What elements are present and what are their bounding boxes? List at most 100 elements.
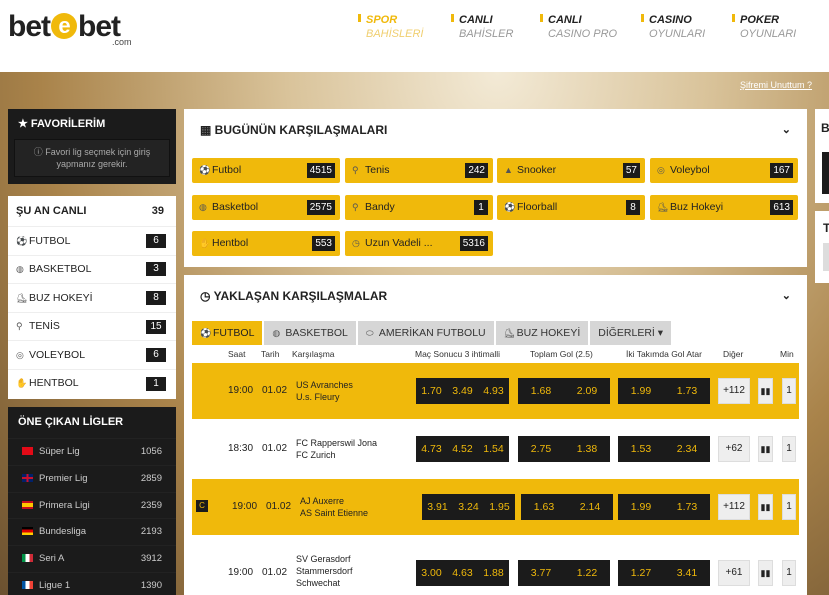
odd-button[interactable]: 3.91 [422, 501, 453, 513]
site-logo[interactable]: bet e bet .com [8, 10, 132, 47]
nav-live-betting[interactable]: CANLI BAHİSLER [450, 14, 513, 40]
odd-button[interactable]: 1.95 [484, 501, 515, 513]
match-teams[interactable]: US Avranches U.s. Fleury [296, 379, 353, 403]
league-item-premier-league[interactable]: Premier Lig 2859 [8, 464, 176, 492]
odd-button[interactable]: 1.73 [664, 501, 710, 513]
live-item-volleyball[interactable]: ◎ VOLEYBOL 6 [8, 340, 176, 369]
total-goals-odds: 1.63 2.14 [521, 494, 613, 520]
stats-icon[interactable]: ▮▮ [758, 436, 773, 462]
league-item-bundesliga[interactable]: Bundesliga 2193 [8, 518, 176, 545]
stats-icon[interactable]: ▮▮ [758, 494, 773, 520]
tab-basketball[interactable]: ◍ BASKETBOL [264, 321, 356, 345]
sport-tile-ice-hockey[interactable]: ⛸ Buz Hokeyi 613 [650, 195, 798, 220]
stats-icon[interactable]: ▮▮ [758, 560, 773, 586]
odd-button[interactable]: 3.77 [518, 567, 564, 579]
match-row[interactable]: 19:00 01.02 SV Gerasdorf Stammersdorf Schw… [192, 545, 799, 595]
odd-button[interactable]: 4.73 [416, 443, 447, 455]
favorites-panel: ★ FAVORİLERİM ⓘ Favori lig seçmek için g… [8, 109, 176, 184]
featured-leagues-title: ÖNE ÇIKAN LİGLER [18, 416, 124, 428]
upcoming-matches-header[interactable]: ◷ YAKLAŞAN KARŞILAŞMALAR ⌄ [184, 275, 807, 315]
match-teams[interactable]: SV Gerasdorf Stammersdorf Schwechat [296, 553, 353, 589]
sport-tile-football[interactable]: ⚽ Futbol 4515 [192, 158, 340, 183]
odd-button[interactable]: 3.24 [453, 501, 484, 513]
live-now-header[interactable]: ŞU AN CANLI 39 [8, 196, 176, 226]
odd-button[interactable]: 2.75 [518, 443, 564, 455]
chevron-down-icon[interactable]: ⌄ [782, 275, 791, 317]
live-item-tennis[interactable]: ⚲ TENİS 15 [8, 311, 176, 341]
basketball-icon: ◍ [199, 202, 207, 212]
sport-tile-snooker[interactable]: ▲ Snooker 57 [497, 158, 645, 183]
odd-button[interactable]: 1.22 [564, 567, 610, 579]
odd-button[interactable]: 1.68 [518, 385, 564, 397]
sport-tabs: ⚽ FUTBOL ◍ BASKETBOL ⬭ AMERİKAN FUTBOLU ⛸ BU… [192, 321, 673, 345]
sport-tile-basketball[interactable]: ◍ Basketbol 2575 [192, 195, 340, 220]
odd-button[interactable]: 1.38 [564, 443, 610, 455]
sport-tile-floorball[interactable]: ⚽ Floorball 8 [497, 195, 645, 220]
match-teams[interactable]: AJ Auxerre AS Saint Etienne [300, 495, 368, 519]
odd-button[interactable]: 4.52 [447, 443, 478, 455]
live-item-basketball[interactable]: ◍ BASKETBOL 3 [8, 254, 176, 284]
league-item-super-lig[interactable]: Süper Lig 1056 [8, 438, 176, 465]
league-item-serie-a[interactable]: Seri A 3912 [8, 545, 176, 572]
nav-sports-betting[interactable]: SPOR BAHİSLERİ [357, 14, 423, 40]
odd-button[interactable]: 1.88 [478, 567, 509, 579]
sport-tile-tennis[interactable]: ⚲ Tenis 242 [345, 158, 493, 183]
odd-button[interactable]: 1.53 [618, 443, 664, 455]
odd-button[interactable]: 1.54 [478, 443, 509, 455]
odd-button[interactable]: 1.70 [416, 385, 447, 397]
more-bets-button[interactable]: +112 [718, 378, 750, 404]
min-value: 1 [782, 378, 796, 404]
right-panel-input[interactable] [823, 243, 829, 271]
odd-button[interactable]: 4.93 [478, 385, 509, 397]
odd-button[interactable]: 1.63 [521, 501, 567, 513]
league-item-ligue-1[interactable]: Ligue 1 1390 [8, 571, 176, 595]
odd-button[interactable]: 1.73 [664, 385, 710, 397]
more-bets-button[interactable]: +112 [718, 494, 750, 520]
odd-button[interactable]: 1.99 [618, 385, 664, 397]
volleyball-icon: ◎ [657, 165, 665, 175]
favorites-message: ⓘ Favori lig seçmek için giriş yapmanız g… [14, 139, 170, 177]
live-item-ice-hockey[interactable]: ⛸ BUZ HOKEYİ 8 [8, 283, 176, 312]
forgot-password-link[interactable]: Şifremi Unuttum ? [740, 80, 812, 90]
odd-button[interactable]: 4.63 [447, 567, 478, 579]
todays-matches-header[interactable]: ▦ BUGÜNÜN KARŞILAŞMALARI ⌄ [184, 109, 807, 149]
odd-button[interactable]: 1.27 [618, 567, 664, 579]
match-row[interactable]: C 19:00 01.02 AJ Auxerre AS Saint Etienne… [192, 479, 799, 535]
match-row[interactable]: 19:00 01.02 US Avranches U.s. Fleury 1.70… [192, 363, 799, 419]
france-flag-icon [22, 580, 33, 589]
nav-live-casino[interactable]: CANLI CASINO PRO [539, 14, 617, 40]
tab-american-football[interactable]: ⬭ AMERİKAN FUTBOLU [357, 321, 494, 345]
nav-casino[interactable]: CASINO OYUNLARI [640, 14, 705, 40]
snooker-icon: ▲ [504, 165, 513, 175]
tab-football[interactable]: ⚽ FUTBOL [192, 321, 263, 345]
live-item-football[interactable]: ⚽ FUTBOL 6 [8, 226, 176, 255]
odd-button[interactable]: 1.99 [618, 501, 664, 513]
more-bets-button[interactable]: +61 [718, 560, 750, 586]
odd-button[interactable]: 2.14 [567, 501, 613, 513]
tab-ice-hockey[interactable]: ⛸ BUZ HOKEYİ [495, 321, 589, 345]
sport-tile-handball[interactable]: ✋ Hentbol 553 [192, 231, 340, 256]
italy-flag-icon [22, 554, 33, 563]
nav-poker[interactable]: POKER OYUNLARI [731, 14, 796, 40]
odd-button[interactable]: 2.09 [564, 385, 610, 397]
col-header-date: Tarih [261, 349, 280, 359]
odd-button[interactable]: 3.00 [416, 567, 447, 579]
match-teams[interactable]: FC Rapperswil Jona FC Zurich [296, 437, 377, 461]
chevron-down-icon[interactable]: ⌄ [782, 109, 791, 151]
match-result-odds: 1.70 3.49 4.93 [416, 378, 509, 404]
sport-tile-outrights[interactable]: ◷ Uzun Vadeli ... 5316 [345, 231, 493, 256]
odd-button[interactable]: 2.34 [664, 443, 710, 455]
right-panel-betslip: B [815, 109, 829, 203]
league-item-primera[interactable]: Primera Ligi 2359 [8, 491, 176, 519]
sport-tile-bandy[interactable]: ⚲ Bandy 1 [345, 195, 493, 220]
stats-icon[interactable]: ▮▮ [758, 378, 773, 404]
more-bets-button[interactable]: +62 [718, 436, 750, 462]
odd-button[interactable]: 3.41 [664, 567, 710, 579]
upcoming-matches-panel: ◷ YAKLAŞAN KARŞILAŞMALAR ⌄ ⚽ FUTBOL ◍ BASKE… [184, 275, 807, 595]
live-item-handball[interactable]: ✋ HENTBOL 1 [8, 368, 176, 398]
american-football-icon: ⬭ [365, 328, 374, 338]
match-row[interactable]: 18:30 01.02 FC Rapperswil Jona FC Zurich … [192, 421, 799, 477]
odd-button[interactable]: 3.49 [447, 385, 478, 397]
tab-others-dropdown[interactable]: DİĞERLERİ ▾ [590, 321, 672, 345]
sport-tile-volleyball[interactable]: ◎ Voleybol 167 [650, 158, 798, 183]
